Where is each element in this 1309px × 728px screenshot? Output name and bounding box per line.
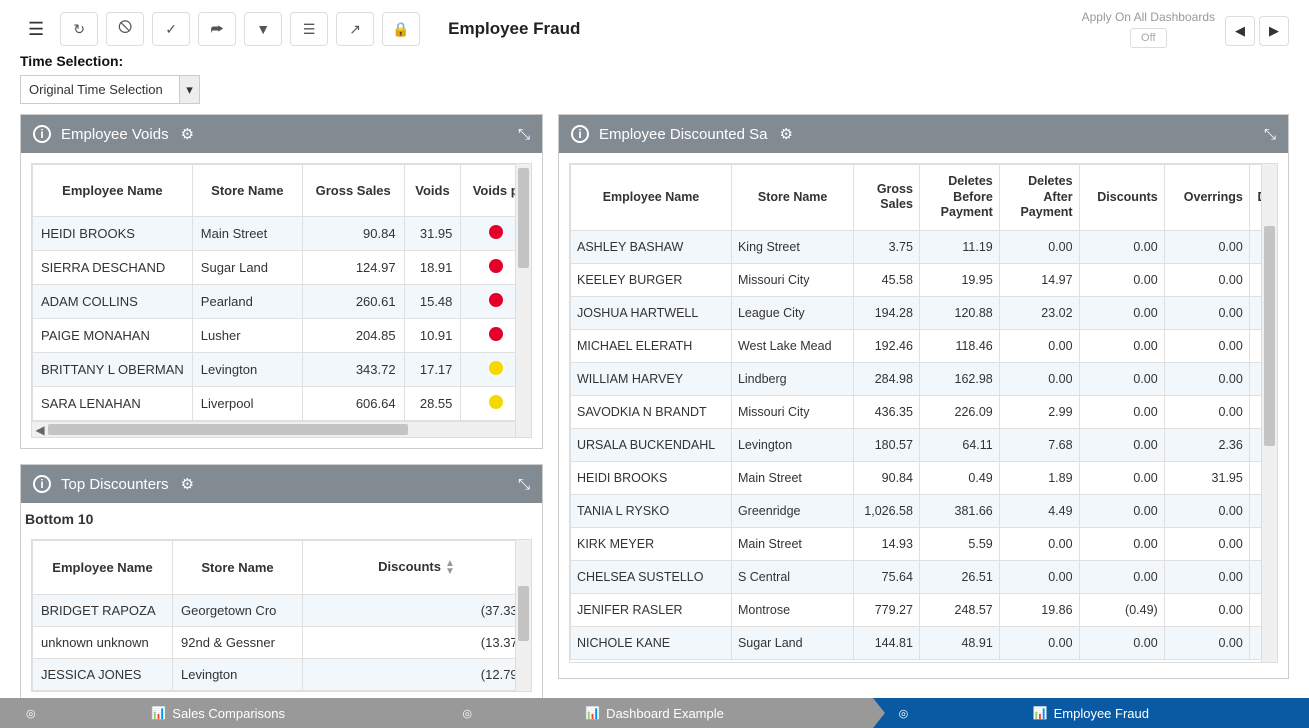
lock-button[interactable]: 🔒: [382, 12, 420, 46]
table-row[interactable]: SARA LENAHANLiverpool606.6428.55: [33, 387, 531, 421]
dashboard-icon: 📊: [151, 706, 166, 720]
gear-icon[interactable]: ⚙: [181, 475, 194, 493]
target-icon: ◎: [26, 707, 36, 720]
vertical-scrollbar[interactable]: [515, 540, 531, 691]
column-header[interactable]: Overrings: [1164, 165, 1249, 231]
gear-icon[interactable]: ⚙: [779, 125, 792, 143]
column-header[interactable]: Employee Name: [571, 165, 732, 231]
table-row[interactable]: HEIDI BROOKSMain Street90.8431.95: [33, 217, 531, 251]
column-header[interactable]: Store Name: [192, 165, 302, 217]
table-row[interactable]: KIRK MEYERMain Street14.935.590.000.000.…: [571, 527, 1277, 560]
info-icon[interactable]: i: [571, 125, 589, 143]
tab-label: Dashboard Example: [606, 706, 724, 721]
column-header[interactable]: Employee Name: [33, 165, 193, 217]
expand-icon[interactable]: ⤡: [518, 476, 530, 493]
check-button[interactable]: ✓: [152, 12, 190, 46]
status-dot-icon: [489, 259, 503, 273]
status-dot-icon: [489, 361, 503, 375]
info-icon[interactable]: i: [33, 475, 51, 493]
vertical-scrollbar[interactable]: [1261, 164, 1277, 662]
dashboard-button[interactable]: 🛇: [106, 12, 144, 46]
panel-title: Top Discounters: [61, 476, 169, 493]
next-button[interactable]: ▶: [1259, 16, 1289, 46]
share-button[interactable]: ⮫: [198, 12, 236, 46]
page-title: Employee Fraud: [448, 19, 580, 39]
panel-title: Employee Voids: [61, 126, 169, 143]
table-row[interactable]: JESSICA JONESLevington(12.79): [33, 658, 531, 690]
horizontal-scrollbar[interactable]: ◀ ▶: [32, 421, 531, 437]
dashboard-icon: 📊: [585, 706, 600, 720]
top-discounters-table: Employee NameStore NameDiscounts▲▼ BRIDG…: [32, 540, 531, 691]
column-header[interactable]: Discounts▲▼: [303, 541, 531, 595]
dashboard-icon: 📊: [1033, 706, 1048, 720]
table-row[interactable]: unknown unknown92nd & Gessner(13.37): [33, 626, 531, 658]
column-header[interactable]: Deletes After Payment: [999, 165, 1079, 231]
column-header[interactable]: Employee Name: [33, 541, 173, 595]
table-row[interactable]: CHELSEA SUSTELLOS Central75.6426.510.000…: [571, 560, 1277, 593]
employee-discounted-table: Employee NameStore NameGross SalesDelete…: [570, 164, 1277, 660]
employee-voids-table: Employee NameStore NameGross SalesVoidsV…: [32, 164, 531, 421]
status-dot-icon: [489, 225, 503, 239]
column-header[interactable]: Discounts: [1079, 165, 1164, 231]
filter-button[interactable]: ▼: [244, 12, 282, 46]
table-row[interactable]: MICHAEL ELERATHWest Lake Mead192.46118.4…: [571, 329, 1277, 362]
dashboard-tab[interactable]: ◎ 📊 Employee Fraud: [873, 698, 1309, 728]
table-row[interactable]: BRIDGET RAPOZAGeorgetown Cro(37.33): [33, 594, 531, 626]
menu-icon[interactable]: ☰: [20, 15, 52, 44]
apply-all-toggle[interactable]: Off: [1130, 28, 1166, 48]
table-row[interactable]: ADAM COLLINSPearland260.6115.48: [33, 285, 531, 319]
gear-icon[interactable]: ⚙: [181, 125, 194, 143]
column-header[interactable]: Gross Sales: [302, 165, 404, 217]
table-row[interactable]: SIERRA DESCHANDSugar Land124.9718.91: [33, 251, 531, 285]
column-header[interactable]: Gross Sales: [854, 165, 920, 231]
table-row[interactable]: WILLIAM HARVEYLindberg284.98162.980.000.…: [571, 362, 1277, 395]
status-dot-icon: [489, 327, 503, 341]
panel-title: Employee Discounted Sa: [599, 126, 767, 143]
table-row[interactable]: ASHLEY BASHAWKing Street3.7511.190.000.0…: [571, 230, 1277, 263]
table-row[interactable]: TANIA L RYSKOGreenridge1,026.58381.664.4…: [571, 494, 1277, 527]
top-discounters-panel: i Top Discounters ⚙ ⤡ Bottom 10 Employee…: [20, 464, 543, 703]
time-selection-dropdown[interactable]: Original Time Selection ▾: [20, 75, 200, 104]
table-row[interactable]: JOSHUA HARTWELLLeague City194.28120.8823…: [571, 296, 1277, 329]
table-row[interactable]: KEELEY BURGERMissouri City45.5819.9514.9…: [571, 263, 1277, 296]
table-row[interactable]: URSALA BUCKENDAHLLevington180.5764.117.6…: [571, 428, 1277, 461]
dashboard-tab[interactable]: ◎ 📊 Dashboard Example: [436, 698, 872, 728]
apply-all-label: Apply On All Dashboards: [1082, 10, 1215, 24]
table-row[interactable]: PAIGE MONAHANLusher204.8510.91: [33, 319, 531, 353]
column-header[interactable]: Voids: [404, 165, 461, 217]
column-header[interactable]: Store Name: [731, 165, 853, 231]
column-header[interactable]: Store Name: [173, 541, 303, 595]
column-header[interactable]: Deletes Before Payment: [919, 165, 999, 231]
employee-discounted-panel: i Employee Discounted Sa ⚙ ⤡ Employee Na…: [558, 114, 1289, 679]
table-row[interactable]: SAVODKIA N BRANDTMissouri City436.35226.…: [571, 395, 1277, 428]
info-icon[interactable]: i: [33, 125, 51, 143]
expand-icon[interactable]: ⤡: [518, 126, 530, 143]
tab-label: Sales Comparisons: [172, 706, 285, 721]
status-dot-icon: [489, 293, 503, 307]
table-row[interactable]: BRITTANY L OBERMANLevington343.7217.17: [33, 353, 531, 387]
dashboard-tab[interactable]: ◎ 📊 Sales Comparisons: [0, 698, 436, 728]
target-icon: ◎: [899, 707, 909, 720]
open-button[interactable]: ↗: [336, 12, 374, 46]
time-selection-label: Time Selection:: [20, 53, 1289, 69]
table-row[interactable]: NICHOLE KANESugar Land144.8148.910.000.0…: [571, 626, 1277, 659]
dashboard-tabs: ◎ 📊 Sales Comparisons ◎ 📊 Dashboard Example ◎ 📊…: [0, 698, 1309, 728]
tab-label: Employee Fraud: [1054, 706, 1149, 721]
status-dot-icon: [489, 395, 503, 409]
expand-icon[interactable]: ⤡: [1264, 126, 1276, 143]
panel-subtitle: Bottom 10: [21, 503, 542, 539]
list-button[interactable]: ☰: [290, 12, 328, 46]
vertical-scrollbar[interactable]: [515, 164, 531, 437]
refresh-button[interactable]: ↻: [60, 12, 98, 46]
time-selection-value: Original Time Selection: [21, 76, 179, 103]
employee-voids-panel: i Employee Voids ⚙ ⤡ Employee NameStore …: [20, 114, 543, 449]
table-row[interactable]: JENIFER RASLERMontrose779.27248.5719.86(…: [571, 593, 1277, 626]
apply-all-dashboards: Apply On All Dashboards Off: [1082, 10, 1215, 48]
prev-button[interactable]: ◀: [1225, 16, 1255, 46]
target-icon: ◎: [462, 707, 472, 720]
chevron-down-icon: ▾: [179, 76, 199, 103]
table-row[interactable]: HEIDI BROOKSMain Street90.840.491.890.00…: [571, 461, 1277, 494]
